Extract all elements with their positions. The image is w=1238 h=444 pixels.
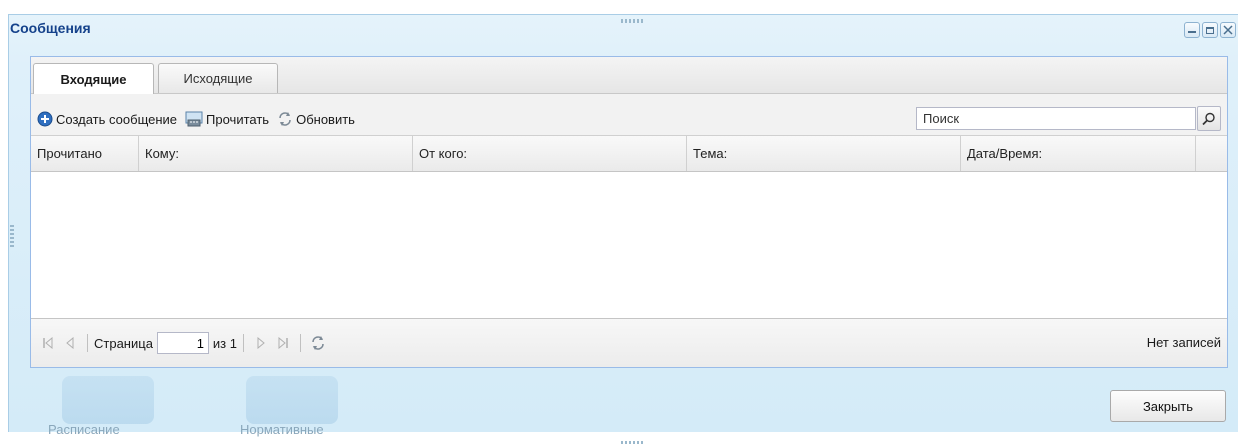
close-button[interactable]: Закрыть <box>1110 390 1226 422</box>
pager-separator <box>87 334 88 352</box>
refresh-label: Обновить <box>296 111 355 127</box>
maximize-button[interactable] <box>1202 22 1218 38</box>
desktop-tile-label-schedule: Расписание <box>48 422 120 437</box>
read-label: Прочитать <box>206 111 270 127</box>
column-header-from[interactable]: От кого: <box>413 136 687 171</box>
add-icon <box>37 111 53 127</box>
tab-inbox[interactable]: Входящие <box>33 63 154 94</box>
tab-outbox[interactable]: Исходящие <box>158 63 278 93</box>
pager-refresh-button[interactable] <box>307 333 329 353</box>
pager-separator <box>300 334 301 352</box>
window-controls <box>1184 22 1236 38</box>
refresh-icon <box>312 336 324 350</box>
desktop-tile-schedule <box>62 376 154 424</box>
desktop-tile-normative <box>246 376 338 424</box>
messages-grid: Прочитано Кому: От кого: Тема: Дата/Врем… <box>31 135 1227 319</box>
first-page-icon <box>43 337 53 349</box>
window-title: Сообщения <box>10 20 91 36</box>
resize-grip-top[interactable] <box>621 19 645 23</box>
refresh-button[interactable]: Обновить <box>277 111 355 127</box>
create-message-label: Создать сообщение <box>56 111 178 127</box>
column-header-read-label: Прочитано <box>37 146 102 161</box>
pager: Страница из 1 Нет записей <box>31 318 1227 367</box>
first-page-button[interactable] <box>37 333 59 353</box>
desktop-tile-label-normative: Нормативные <box>240 422 324 437</box>
read-button[interactable]: Прочитать <box>185 111 269 127</box>
tab-inbox-label: Входящие <box>60 71 127 87</box>
column-header-datetime[interactable]: Дата/Время: <box>961 136 1196 171</box>
next-page-button[interactable] <box>250 333 272 353</box>
create-message-button[interactable]: Создать сообщение <box>37 111 177 127</box>
prev-page-button[interactable] <box>59 333 81 353</box>
toolbar: Создать сообщение Прочитать Обновить <box>31 103 1227 135</box>
column-header-read[interactable]: Прочитано <box>31 136 139 171</box>
column-header-from-label: От кого: <box>419 146 468 161</box>
page-label: Страница <box>94 335 153 351</box>
column-header-to-label: Кому: <box>145 146 179 161</box>
refresh-icon <box>279 112 291 126</box>
tab-panel: Входящие Исходящие Создать сообщение Про… <box>30 56 1228 368</box>
grid-header: Прочитано Кому: От кого: Тема: Дата/Врем… <box>31 136 1227 172</box>
pager-separator <box>243 334 244 352</box>
page-count-label: из 1 <box>212 335 237 351</box>
close-icon <box>1223 25 1233 35</box>
search-icon <box>1202 112 1215 125</box>
column-header-subject[interactable]: Тема: <box>687 136 961 171</box>
search-button[interactable] <box>1197 106 1221 131</box>
search-input[interactable] <box>916 107 1196 130</box>
column-header-subject-label: Тема: <box>693 146 728 161</box>
minimize-button[interactable] <box>1184 22 1200 38</box>
column-header-datetime-label: Дата/Время: <box>967 146 1043 161</box>
last-page-button[interactable] <box>272 333 294 353</box>
maximize-icon <box>1206 26 1214 34</box>
read-icon <box>185 111 203 127</box>
page-number-input[interactable] <box>156 332 209 354</box>
last-page-icon <box>278 337 288 349</box>
next-page-icon <box>257 337 265 349</box>
column-header-to[interactable]: Кому: <box>139 136 413 171</box>
tab-strip: Входящие Исходящие <box>31 57 1227 94</box>
close-window-button[interactable] <box>1220 22 1236 38</box>
resize-grip-left[interactable] <box>10 225 14 249</box>
prev-page-icon <box>66 337 74 349</box>
tab-outbox-label: Исходящие <box>183 71 253 86</box>
minimize-icon <box>1188 31 1196 33</box>
records-status: Нет записей <box>1146 335 1221 350</box>
